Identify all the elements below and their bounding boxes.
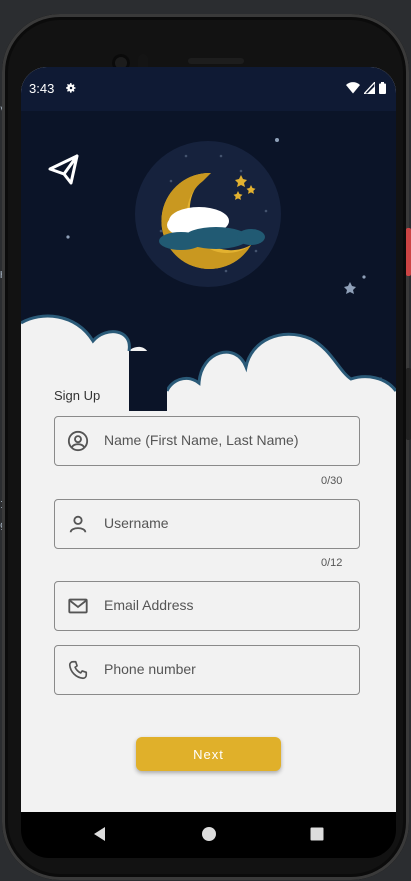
email-field-label: Email Address xyxy=(104,597,194,613)
signal-icon xyxy=(364,82,375,94)
night-sky-header xyxy=(21,111,396,411)
name-field[interactable]: Name (First Name, Last Name) xyxy=(54,416,360,466)
volume-button[interactable] xyxy=(406,368,411,440)
earpiece-speaker xyxy=(188,58,244,64)
username-field[interactable]: Username xyxy=(54,499,360,549)
person-icon xyxy=(69,515,87,533)
moon-clouds-night-illustration xyxy=(159,172,265,269)
account-circle-icon xyxy=(67,430,89,452)
status-time: 3:43 xyxy=(29,81,55,96)
gear-icon xyxy=(66,83,76,93)
battery-icon xyxy=(379,82,386,94)
phone-icon xyxy=(68,660,88,680)
back-nav-icon[interactable] xyxy=(92,826,108,842)
status-bar: 3:43 xyxy=(21,67,396,111)
send-arrow-icon[interactable] xyxy=(47,153,81,187)
wifi-icon xyxy=(346,82,360,94)
email-field[interactable]: Email Address xyxy=(54,581,360,631)
phone-field[interactable]: Phone number xyxy=(54,645,360,695)
system-nav-bar xyxy=(21,812,396,858)
name-char-counter: 0/30 xyxy=(321,475,343,487)
form-title: Sign Up xyxy=(54,388,101,403)
username-field-label: Username xyxy=(104,515,169,531)
recents-nav-icon[interactable] xyxy=(309,826,325,842)
username-char-counter: 0/12 xyxy=(321,557,343,569)
home-nav-icon[interactable] xyxy=(201,826,217,842)
name-field-label: Name (First Name, Last Name) xyxy=(104,432,299,448)
next-button[interactable]: Next xyxy=(136,737,281,771)
phone-field-label: Phone number xyxy=(104,661,196,677)
app-screen: 3:43 Sign Up Name (First Name, Last Name… xyxy=(21,67,396,812)
power-button[interactable] xyxy=(406,228,411,276)
mail-icon xyxy=(68,598,88,614)
